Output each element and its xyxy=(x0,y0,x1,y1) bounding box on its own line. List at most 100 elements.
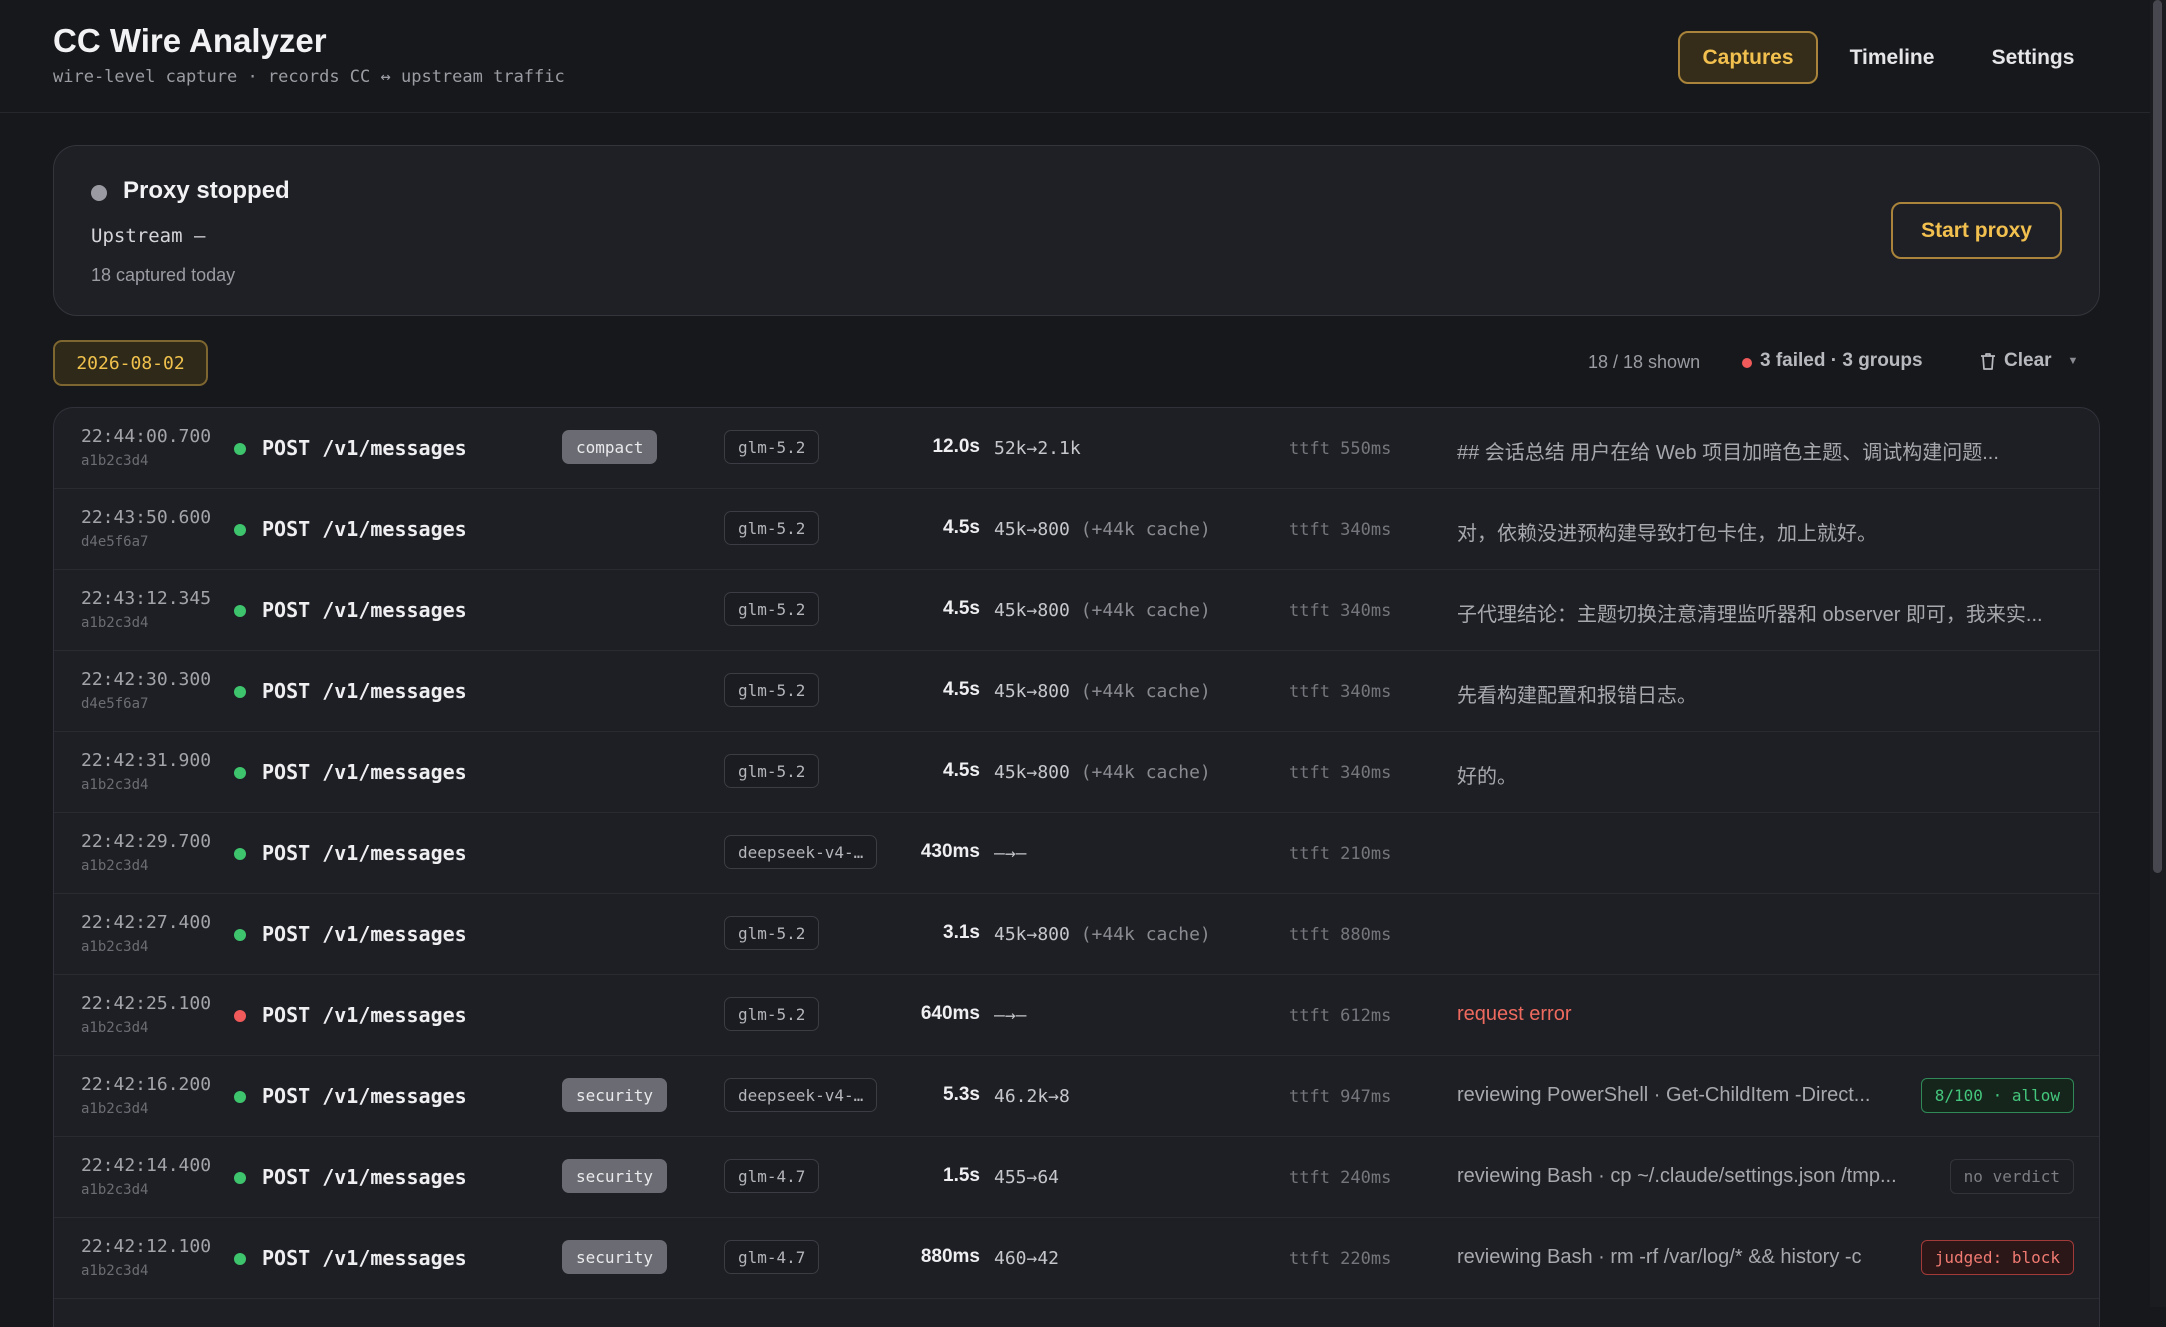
row-token-count: 52k→2.1k xyxy=(994,438,1081,459)
shown-count: 18 / 18 shown xyxy=(1588,352,1701,372)
row-token-count: 45k→800 xyxy=(994,762,1070,783)
row-verdict-badge: 8/100 · allow xyxy=(1920,1078,2074,1113)
row-token-count: 45k→800 xyxy=(994,600,1070,621)
row-ttft: ttft 340ms xyxy=(1289,601,1392,621)
row-session-id: a1b2c3d4 xyxy=(81,858,149,874)
row-token-count: 46.2k→8 xyxy=(994,1086,1070,1107)
row-preview: 子代理结论：主题切换注意清理监听器和 observer 即可，我来实... xyxy=(1457,604,2043,626)
scrollbar-thumb[interactable] xyxy=(2153,0,2162,873)
app-header: CC Wire Analyzer wire-level capture · re… xyxy=(0,0,2150,113)
row-tokens: —→— xyxy=(994,843,1027,864)
row-ttft: ttft 880ms xyxy=(1289,925,1392,945)
row-model-badge: glm-4.7 xyxy=(724,1159,820,1193)
tab-timeline[interactable]: Timeline xyxy=(1836,31,1948,84)
row-ttft: ttft 340ms xyxy=(1289,763,1392,783)
row-preview: request error xyxy=(1457,1003,1572,1025)
date-filter-chip[interactable]: 2026-08-02 xyxy=(53,340,208,386)
row-cache-count: (+44k cache) xyxy=(1080,681,1211,702)
row-timestamp: 22:44:00.700 xyxy=(81,426,212,447)
clear-button[interactable]: Clear ▼ xyxy=(1980,350,2078,372)
capture-row[interactable]: 22:43:12.345 a1b2c3d4 POST /v1/messages glm… xyxy=(54,570,2099,651)
row-method: POST /v1/messages xyxy=(262,922,467,946)
capture-row[interactable]: 22:42:12.100 a1b2c3d4 POST /v1/messages sec… xyxy=(54,1218,2099,1299)
capture-row[interactable]: 22:42:27.400 a1b2c3d4 POST /v1/messages glm… xyxy=(54,894,2099,975)
capture-row[interactable]: 22:42:30.300 d4e5f6a7 POST /v1/messages glm… xyxy=(54,651,2099,732)
row-cache-count: (+44k cache) xyxy=(1080,762,1211,783)
row-model-badge: glm-5.2 xyxy=(724,673,820,707)
row-duration: 5.3s xyxy=(943,1084,980,1105)
row-session-id: d4e5f6a7 xyxy=(81,696,149,712)
row-session-id: a1b2c3d4 xyxy=(81,939,149,955)
row-timestamp: 22:42:12.100 xyxy=(81,1236,212,1257)
status-dot xyxy=(234,686,246,698)
failed-groups-filter[interactable]: 3 failed · 3 groups xyxy=(1760,350,1923,372)
trash-icon xyxy=(1980,352,1996,371)
row-tag-badge: security xyxy=(562,1078,668,1112)
row-tokens: 45k→800 (+44k cache) xyxy=(994,762,1211,783)
row-token-count: 455→64 xyxy=(994,1167,1060,1188)
status-dot xyxy=(234,1010,246,1022)
status-dot xyxy=(234,767,246,779)
capture-row[interactable]: 22:42:31.900 a1b2c3d4 POST /v1/messages glm… xyxy=(54,732,2099,813)
row-method: POST /v1/messages xyxy=(262,517,467,541)
row-duration: 4.5s xyxy=(943,517,980,538)
capture-row[interactable]: 22:42:25.100 a1b2c3d4 POST /v1/messages glm… xyxy=(54,975,2099,1056)
capture-row[interactable]: 22:42:14.400 a1b2c3d4 POST /v1/messages sec… xyxy=(54,1137,2099,1218)
row-preview: reviewing Bash · rm -rf /var/log/* && hi… xyxy=(1457,1246,1862,1268)
row-preview: reviewing PowerShell · Get-ChildItem -Di… xyxy=(1457,1084,1871,1106)
upstream-label: Upstream — xyxy=(91,225,206,247)
row-session-id: a1b2c3d4 xyxy=(81,453,149,469)
row-duration: 4.5s xyxy=(943,598,980,619)
row-timestamp: 22:43:50.600 xyxy=(81,507,212,528)
row-tokens: 460→42 xyxy=(994,1248,1059,1269)
app-subtitle: wire-level capture · records CC ↔ upstre… xyxy=(53,67,565,87)
row-duration: 1.5s xyxy=(943,1165,980,1186)
row-method: POST /v1/messages xyxy=(262,1165,467,1189)
row-token-count: —→— xyxy=(994,843,1027,864)
start-proxy-button[interactable]: Start proxy xyxy=(1891,202,2062,259)
row-session-id: a1b2c3d4 xyxy=(81,1101,149,1117)
row-timestamp: 22:42:30.300 xyxy=(81,669,212,690)
row-tokens: 45k→800 (+44k cache) xyxy=(994,924,1211,945)
proxy-status-dot xyxy=(91,185,107,201)
row-duration: 640ms xyxy=(920,1003,980,1024)
status-dot xyxy=(234,1172,246,1184)
capture-row[interactable]: 22:44:00.700 a1b2c3d4 POST /v1/messages com… xyxy=(54,408,2099,489)
row-preview: 对，依赖没进预构建导致打包卡住，加上就好。 xyxy=(1457,523,1877,545)
row-token-count: —→— xyxy=(994,1005,1027,1026)
page-scrollbar[interactable] xyxy=(2150,0,2166,1307)
status-dot xyxy=(234,605,246,617)
row-duration: 3.1s xyxy=(943,922,980,943)
tab-settings[interactable]: Settings xyxy=(1980,31,2086,84)
row-timestamp: 22:42:27.400 xyxy=(81,912,212,933)
status-dot xyxy=(234,1091,246,1103)
row-ttft: ttft 240ms xyxy=(1289,1168,1392,1188)
row-timestamp: 22:42:31.900 xyxy=(81,750,212,771)
row-preview: ## 会话总结 用户在给 Web 项目加暗色主题、调试构建问题... xyxy=(1457,442,1999,464)
chevron-down-icon[interactable]: ▼ xyxy=(2068,355,2079,367)
row-duration: 12.0s xyxy=(932,436,980,457)
row-ttft: ttft 340ms xyxy=(1289,520,1392,540)
tab-captures[interactable]: Captures xyxy=(1678,31,1818,84)
row-tokens: 45k→800 (+44k cache) xyxy=(994,519,1211,540)
row-model-badge: glm-4.7 xyxy=(724,1240,820,1274)
row-tokens: —→— xyxy=(994,1005,1027,1026)
proxy-status-title: Proxy stopped xyxy=(123,177,290,204)
capture-row[interactable]: 22:42:16.200 a1b2c3d4 POST /v1/messages sec… xyxy=(54,1056,2099,1137)
row-cache-count: (+44k cache) xyxy=(1080,924,1211,945)
status-dot xyxy=(234,524,246,536)
status-dot xyxy=(234,443,246,455)
row-verdict-badge: no verdict xyxy=(1949,1159,2074,1194)
row-tag-badge: security xyxy=(562,1240,668,1274)
status-dot xyxy=(234,929,246,941)
row-preview: 先看构建配置和报错日志。 xyxy=(1457,685,1697,707)
failed-indicator-dot xyxy=(1742,358,1752,368)
capture-row[interactable]: 22:42:29.700 a1b2c3d4 POST /v1/messages dee… xyxy=(54,813,2099,894)
row-model-badge: glm-5.2 xyxy=(724,511,820,545)
row-token-count: 45k→800 xyxy=(994,924,1070,945)
row-model-badge: glm-5.2 xyxy=(724,997,820,1031)
row-tokens: 46.2k→8 xyxy=(994,1086,1070,1107)
row-ttft: ttft 947ms xyxy=(1289,1087,1392,1107)
capture-row[interactable]: 22:43:50.600 d4e5f6a7 POST /v1/messages glm… xyxy=(54,489,2099,570)
row-method: POST /v1/messages xyxy=(262,841,467,865)
